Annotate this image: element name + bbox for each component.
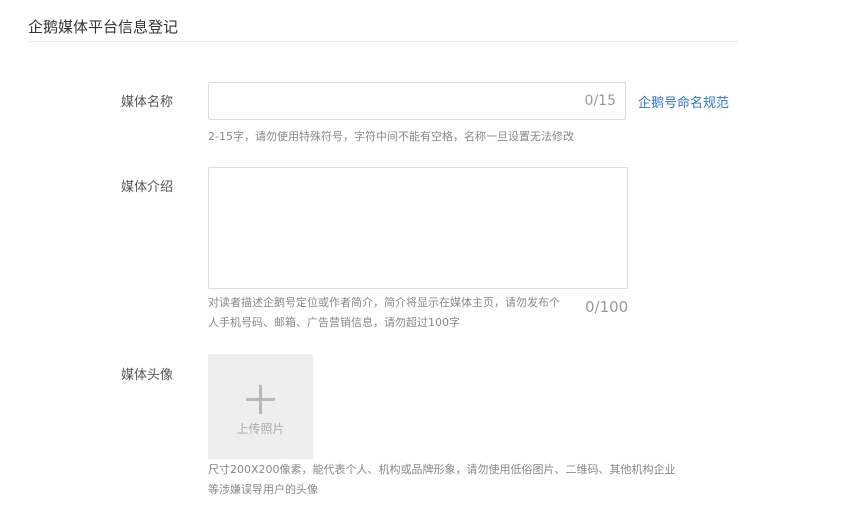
media-name-input[interactable] (209, 83, 589, 119)
media-name-label: 媒体名称 (121, 95, 174, 110)
naming-rules-link[interactable]: 企鹅号命名规范 (638, 95, 729, 113)
plus-icon (246, 385, 275, 414)
media-intro-label: 媒体介绍 (121, 180, 174, 195)
media-name-field[interactable]: 0/15 (208, 82, 626, 120)
media-intro-textarea[interactable] (208, 167, 628, 289)
upload-photo-label: 上传照片 (236, 422, 285, 436)
media-name-counter: 0/15 (584, 93, 616, 109)
page-title: 企鹅媒体平台信息登记 (28, 18, 179, 36)
media-avatar-hint: 尺寸200X200像素，能代表个人、机构或品牌形象，请勿使用低俗图片、二维码、其… (208, 463, 676, 496)
media-name-hint: 2-15字，请勿使用特殊符号，字符中间不能有空格，名称一旦设置无法修改 (208, 130, 574, 143)
upload-photo-button[interactable]: 上传照片 (208, 354, 313, 459)
title-divider (28, 41, 738, 42)
media-intro-hint: 对读者描述企鹅号定位或作者简介，简介将显示在媒体主页，请勿发布个人手机号码、邮箱… (208, 296, 560, 329)
media-avatar-label: 媒体头像 (121, 368, 174, 383)
media-intro-counter: 0/100 (585, 298, 629, 316)
